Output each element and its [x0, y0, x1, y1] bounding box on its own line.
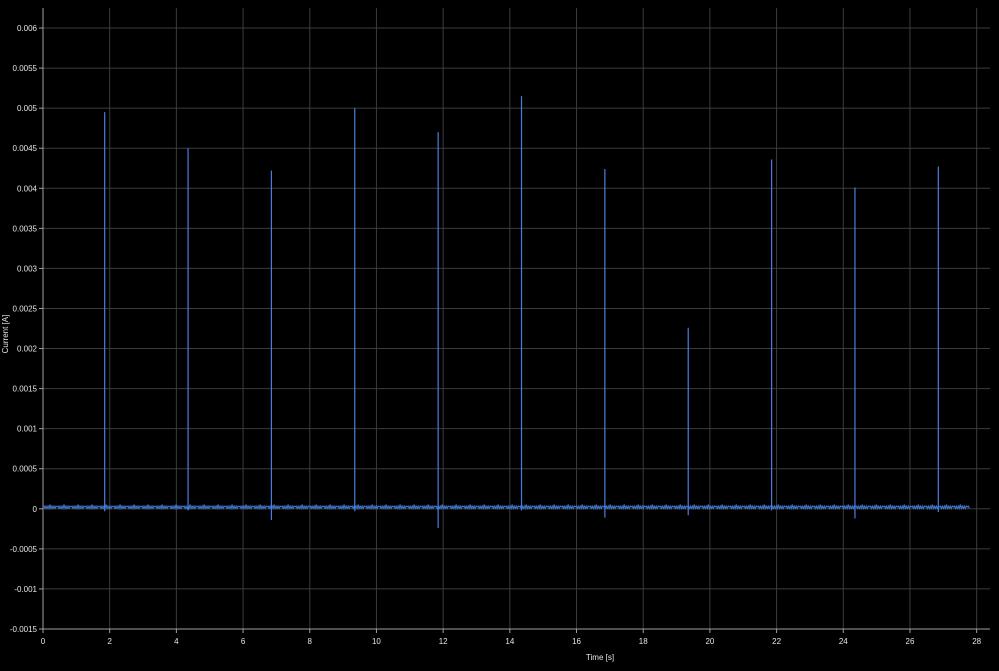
- x-tick-label: 10: [372, 637, 381, 646]
- x-tick-label: 8: [308, 637, 313, 646]
- y-tick-label: 0.005: [17, 104, 38, 113]
- axes: [39, 8, 990, 633]
- x-axis-label: Time [s]: [586, 653, 614, 662]
- x-tick-label: 22: [772, 637, 781, 646]
- y-tick-label: 0.0015: [13, 385, 38, 394]
- y-tick-label: 0.0055: [13, 64, 38, 73]
- tick-labels: 0 2 4 6 8 10 12 14 16 18 20 22 24 26 28-0.0015-0.001-0…: [10, 24, 982, 646]
- x-tick-label: 20: [705, 637, 714, 646]
- y-tick-label: -0.0015: [10, 625, 38, 634]
- y-tick-label: 0.0035: [13, 224, 38, 233]
- y-tick-label: 0.002: [17, 345, 38, 354]
- y-tick-label: -0.0005: [10, 545, 38, 554]
- x-tick-label: 28: [972, 637, 981, 646]
- x-tick-label: 24: [839, 637, 848, 646]
- y-axis-label: Current [A]: [1, 315, 10, 354]
- y-tick-label: 0.0025: [13, 304, 38, 313]
- y-tick-label: -0.001: [14, 585, 37, 594]
- y-tick-label: 0.001: [17, 425, 38, 434]
- current-vs-time-chart: 0 2 4 6 8 10 12 14 16 18 20 22 24 26 28-0.0015-0.001-0…: [1, 8, 990, 662]
- x-tick-label: 26: [906, 637, 915, 646]
- y-tick-label: 0.0045: [13, 144, 38, 153]
- series-baseline: [42, 504, 970, 511]
- y-tick-label: 0.004: [17, 184, 38, 193]
- x-tick-label: 4: [174, 637, 179, 646]
- y-tick-label: 0: [33, 505, 38, 514]
- x-tick-label: 2: [107, 637, 112, 646]
- y-tick-label: 0.0005: [13, 465, 38, 474]
- x-tick-label: 16: [572, 637, 581, 646]
- x-tick-label: 18: [639, 637, 648, 646]
- chart-container: 0 2 4 6 8 10 12 14 16 18 20 22 24 26 28 -0.0015 -0.001 -0…: [0, 0, 999, 666]
- x-tick-label: 14: [505, 637, 514, 646]
- grid: [43, 8, 990, 630]
- y-tick-label: 0.006: [17, 24, 38, 33]
- x-tick-label: 0: [41, 637, 46, 646]
- x-tick-label: 12: [439, 637, 448, 646]
- series-current: [42, 96, 970, 529]
- y-tick-label: 0.003: [17, 264, 38, 273]
- x-tick-label: 6: [241, 637, 246, 646]
